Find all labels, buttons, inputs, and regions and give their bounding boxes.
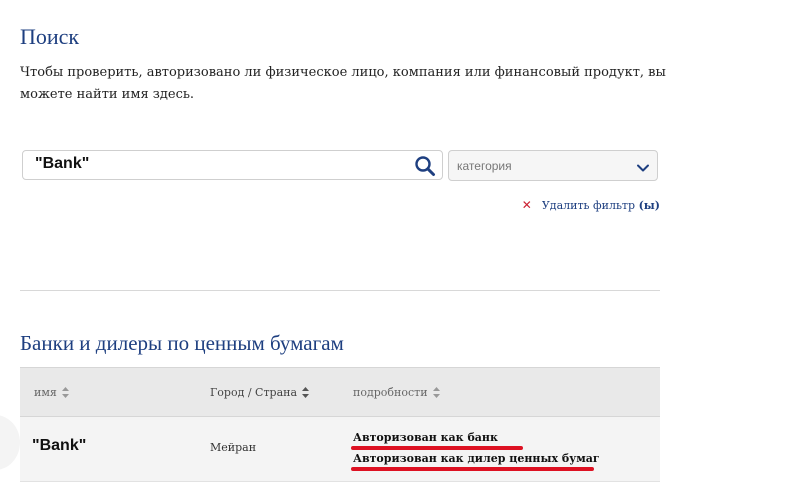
category-select-value: категория <box>457 159 512 173</box>
highlight-underline <box>351 467 594 471</box>
search-input[interactable]: "Bank" <box>22 150 443 180</box>
column-header-name[interactable]: имя <box>34 386 69 399</box>
row-name[interactable]: "Bank" <box>32 437 86 455</box>
table-header: имя Город / Страна подробности <box>20 367 660 417</box>
row-city: Мейран <box>210 441 257 454</box>
page-title: Поиск <box>20 24 80 49</box>
clear-filter-label: Удалить фильтр <box>541 198 636 212</box>
sort-icon <box>432 387 440 398</box>
sort-icon <box>61 387 69 398</box>
clear-filter-link[interactable]: ✕ Удалить фильтр (ы) <box>522 198 660 212</box>
search-icon[interactable] <box>414 155 436 177</box>
decorative-shape <box>0 415 20 470</box>
sort-icon <box>302 387 310 398</box>
results-table: имя Город / Страна подробности "Bank" Ме… <box>20 367 660 482</box>
detail-dealer: Авторизован как дилер ценных бумаг <box>353 452 600 465</box>
divider <box>20 290 660 291</box>
clear-filter-suffix: (ы) <box>638 198 660 212</box>
table-row[interactable]: "Bank" Мейран Авторизован как банк Автор… <box>20 417 660 482</box>
category-select[interactable]: категория <box>448 150 658 181</box>
column-header-details[interactable]: подробности <box>353 386 440 399</box>
intro-text: Чтобы проверить, авторизовано ли физичес… <box>20 65 666 102</box>
column-header-city[interactable]: Город / Страна <box>210 386 310 399</box>
close-icon: ✕ <box>521 198 532 212</box>
section-title: Банки и дилеры по ценным бумагам <box>20 331 344 355</box>
search-input-value: "Bank" <box>35 155 90 172</box>
chevron-down-icon <box>636 160 650 174</box>
highlight-underline <box>351 446 523 450</box>
detail-bank: Авторизован как банк <box>353 431 498 444</box>
